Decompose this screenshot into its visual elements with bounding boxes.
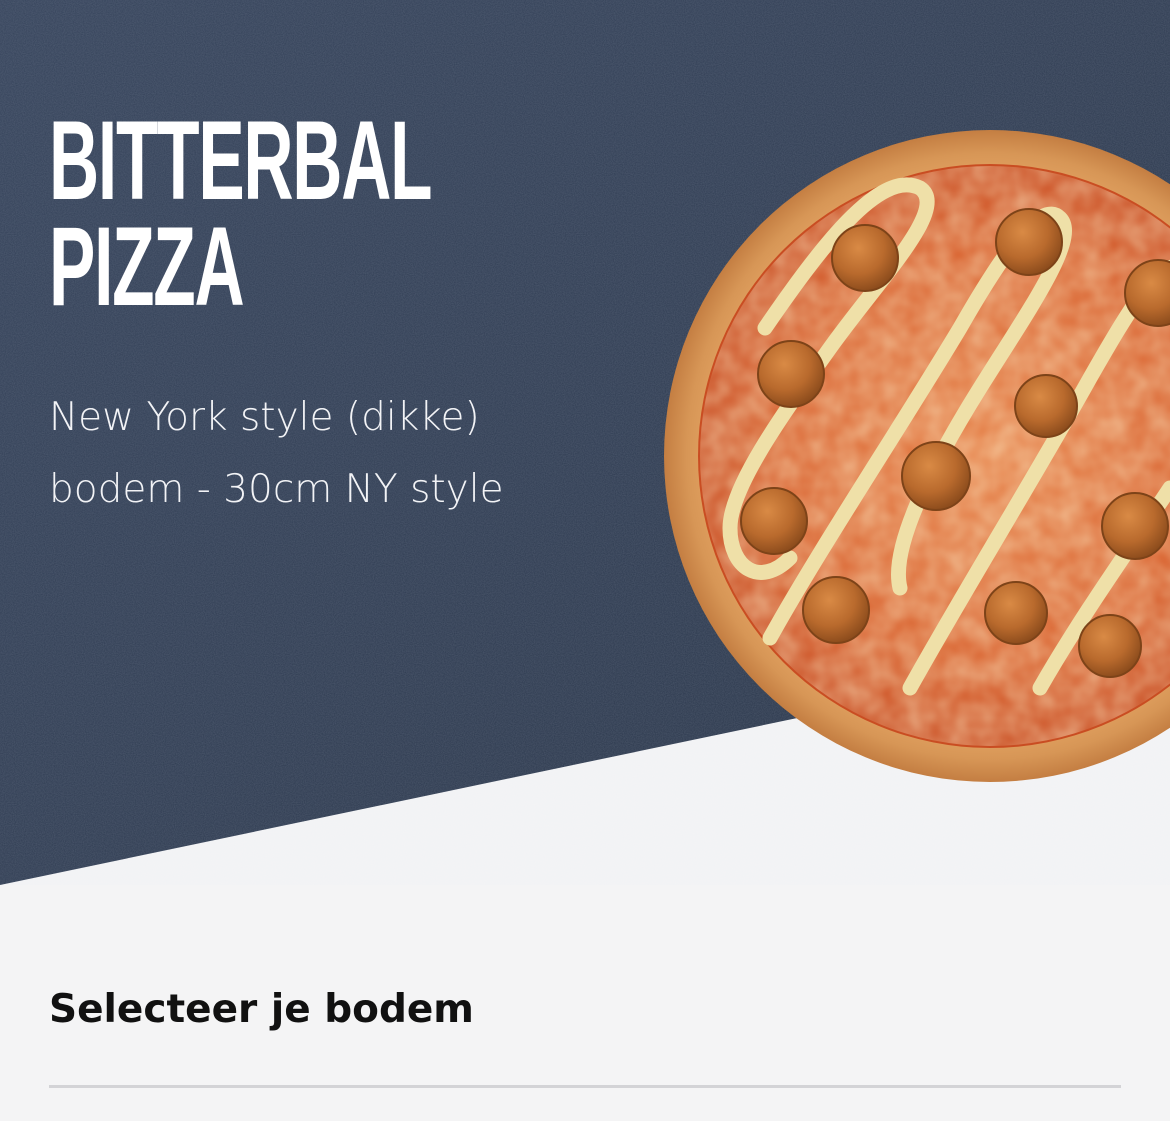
product-title-line-1: BITTERBAL xyxy=(49,98,433,223)
product-description: New York style (dikke) bodem - 30cm NY s… xyxy=(49,395,504,512)
product-hero: BITTERBAL PIZZA New York style (dikke) b… xyxy=(0,0,1170,1121)
product-title: BITTERBAL PIZZA xyxy=(49,98,433,329)
section-divider xyxy=(49,1085,1121,1088)
pizza-image xyxy=(664,130,1170,782)
product-title-line-2: PIZZA xyxy=(49,204,245,329)
select-crust-heading: Selecteer je bodem xyxy=(49,987,474,1032)
